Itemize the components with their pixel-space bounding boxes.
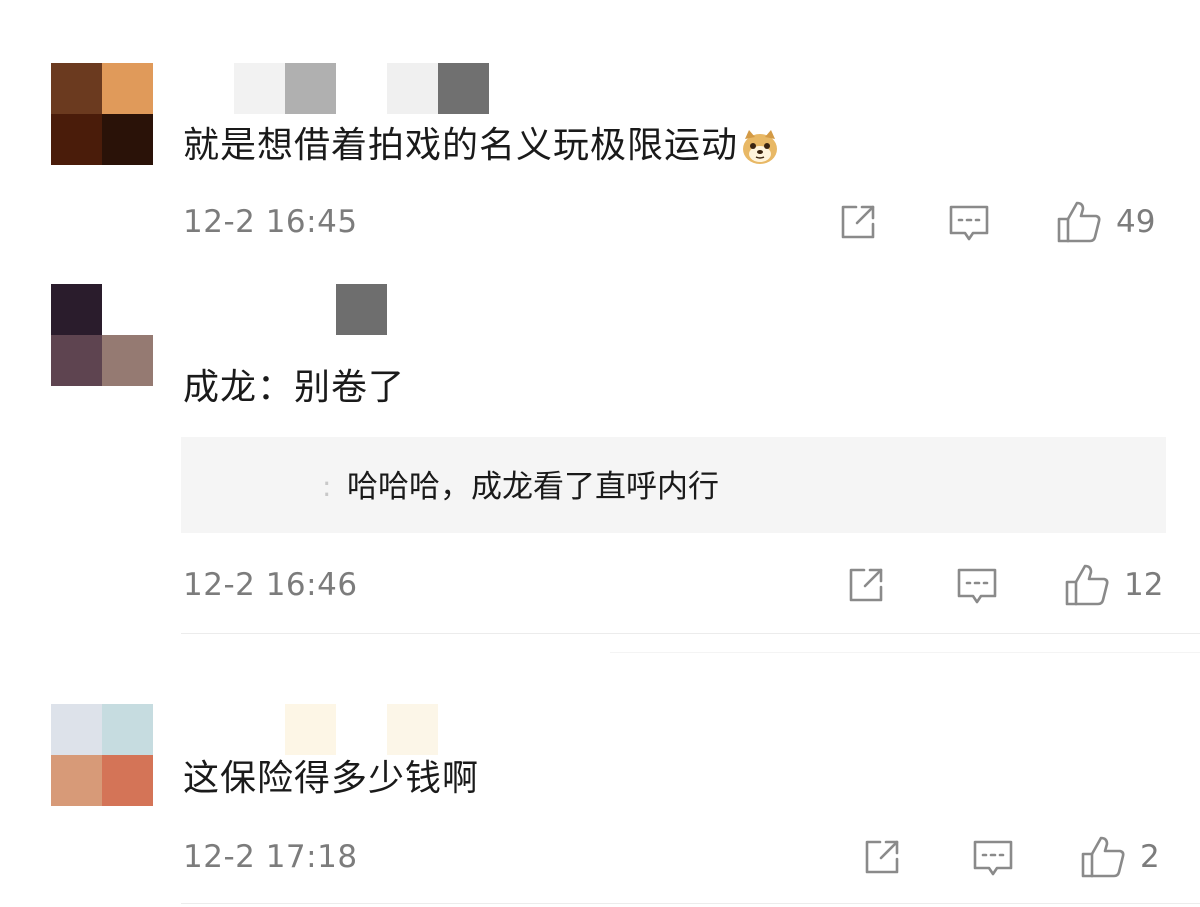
- divider: [181, 903, 1200, 904]
- comment-text: 这保险得多少钱啊: [183, 758, 480, 799]
- like-count: 2: [1140, 839, 1160, 875]
- comment-icon: [973, 840, 1013, 876]
- name-pixel: [183, 704, 234, 755]
- avatar-pixel: [51, 704, 102, 755]
- name-pixel: [387, 704, 438, 755]
- name-pixel: [336, 704, 387, 755]
- avatar[interactable]: [51, 704, 153, 806]
- reply-button[interactable]: [972, 838, 1014, 878]
- share-icon: [865, 840, 899, 874]
- avatar-pixel: [51, 755, 102, 806]
- comment-item-3: 这保险得多少钱啊 12-2 17:18 2: [0, 0, 1200, 907]
- comment-time: 12-2 17:18: [183, 839, 358, 875]
- avatar-pixel: [102, 755, 153, 806]
- share-button[interactable]: [862, 837, 902, 877]
- username-mosaic[interactable]: [183, 704, 438, 755]
- like-button[interactable]: 2: [1080, 835, 1160, 879]
- name-pixel: [234, 704, 285, 755]
- name-pixel: [285, 704, 336, 755]
- avatar-pixel: [102, 704, 153, 755]
- thumbs-up-icon: [1081, 836, 1125, 878]
